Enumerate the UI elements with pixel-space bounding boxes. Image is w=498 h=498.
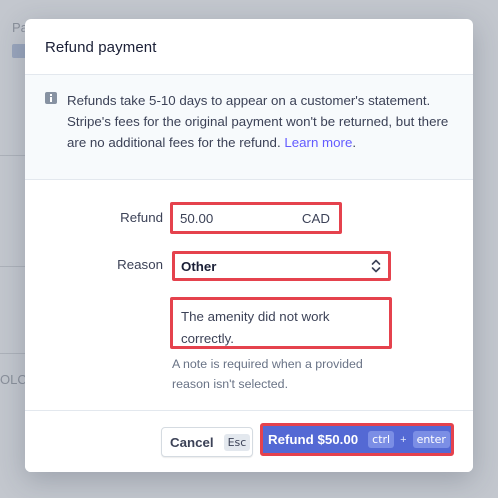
modal-footer: Cancel Esc Refund $50.00 ctrl + enter bbox=[25, 410, 473, 472]
ctrl-shortcut-badge: ctrl bbox=[368, 431, 395, 448]
chevron-up-down-icon bbox=[371, 259, 381, 273]
currency-label: CAD bbox=[301, 211, 330, 226]
refund-amount-value: 50.00 bbox=[180, 211, 214, 226]
enter-shortcut-badge: enter bbox=[412, 431, 450, 448]
refund-amount-label: Refund bbox=[120, 210, 163, 225]
cancel-button[interactable]: Cancel Esc bbox=[161, 427, 253, 457]
note-hint: A note is required when a provided reaso… bbox=[172, 357, 363, 391]
reason-label: Reason bbox=[117, 257, 163, 272]
esc-shortcut-badge: Esc bbox=[223, 433, 251, 451]
refund-amount-input[interactable]: 50.00 CAD bbox=[170, 202, 342, 234]
notice-body: Refunds take 5-10 days to appear on a cu… bbox=[67, 93, 449, 150]
refund-button-label: Refund $50.00 bbox=[268, 432, 359, 447]
learn-more-link[interactable]: Learn more bbox=[284, 135, 352, 150]
modal-title: Refund payment bbox=[45, 39, 157, 56]
notice-suffix: . bbox=[352, 135, 357, 150]
refund-form: Refund 50.00 CAD Reason Other The amenit… bbox=[25, 180, 473, 411]
background-text: OLC bbox=[0, 372, 27, 387]
reason-select[interactable]: Other bbox=[172, 251, 391, 281]
reason-selected-value: Other bbox=[181, 259, 217, 274]
modal-header: Refund payment bbox=[25, 19, 473, 75]
info-icon bbox=[45, 92, 57, 104]
refund-payment-modal: Refund payment Refunds take 5-10 days to… bbox=[25, 19, 473, 472]
refund-submit-button[interactable]: Refund $50.00 ctrl + enter bbox=[260, 423, 454, 456]
refund-note-textarea[interactable]: The amenity did not work correctly. bbox=[170, 297, 392, 349]
cancel-button-label: Cancel bbox=[170, 434, 214, 450]
shortcut-plus: + bbox=[400, 433, 407, 446]
refund-notice: Refunds take 5-10 days to appear on a cu… bbox=[25, 75, 473, 180]
notice-text: Refunds take 5-10 days to appear on a cu… bbox=[67, 90, 453, 167]
